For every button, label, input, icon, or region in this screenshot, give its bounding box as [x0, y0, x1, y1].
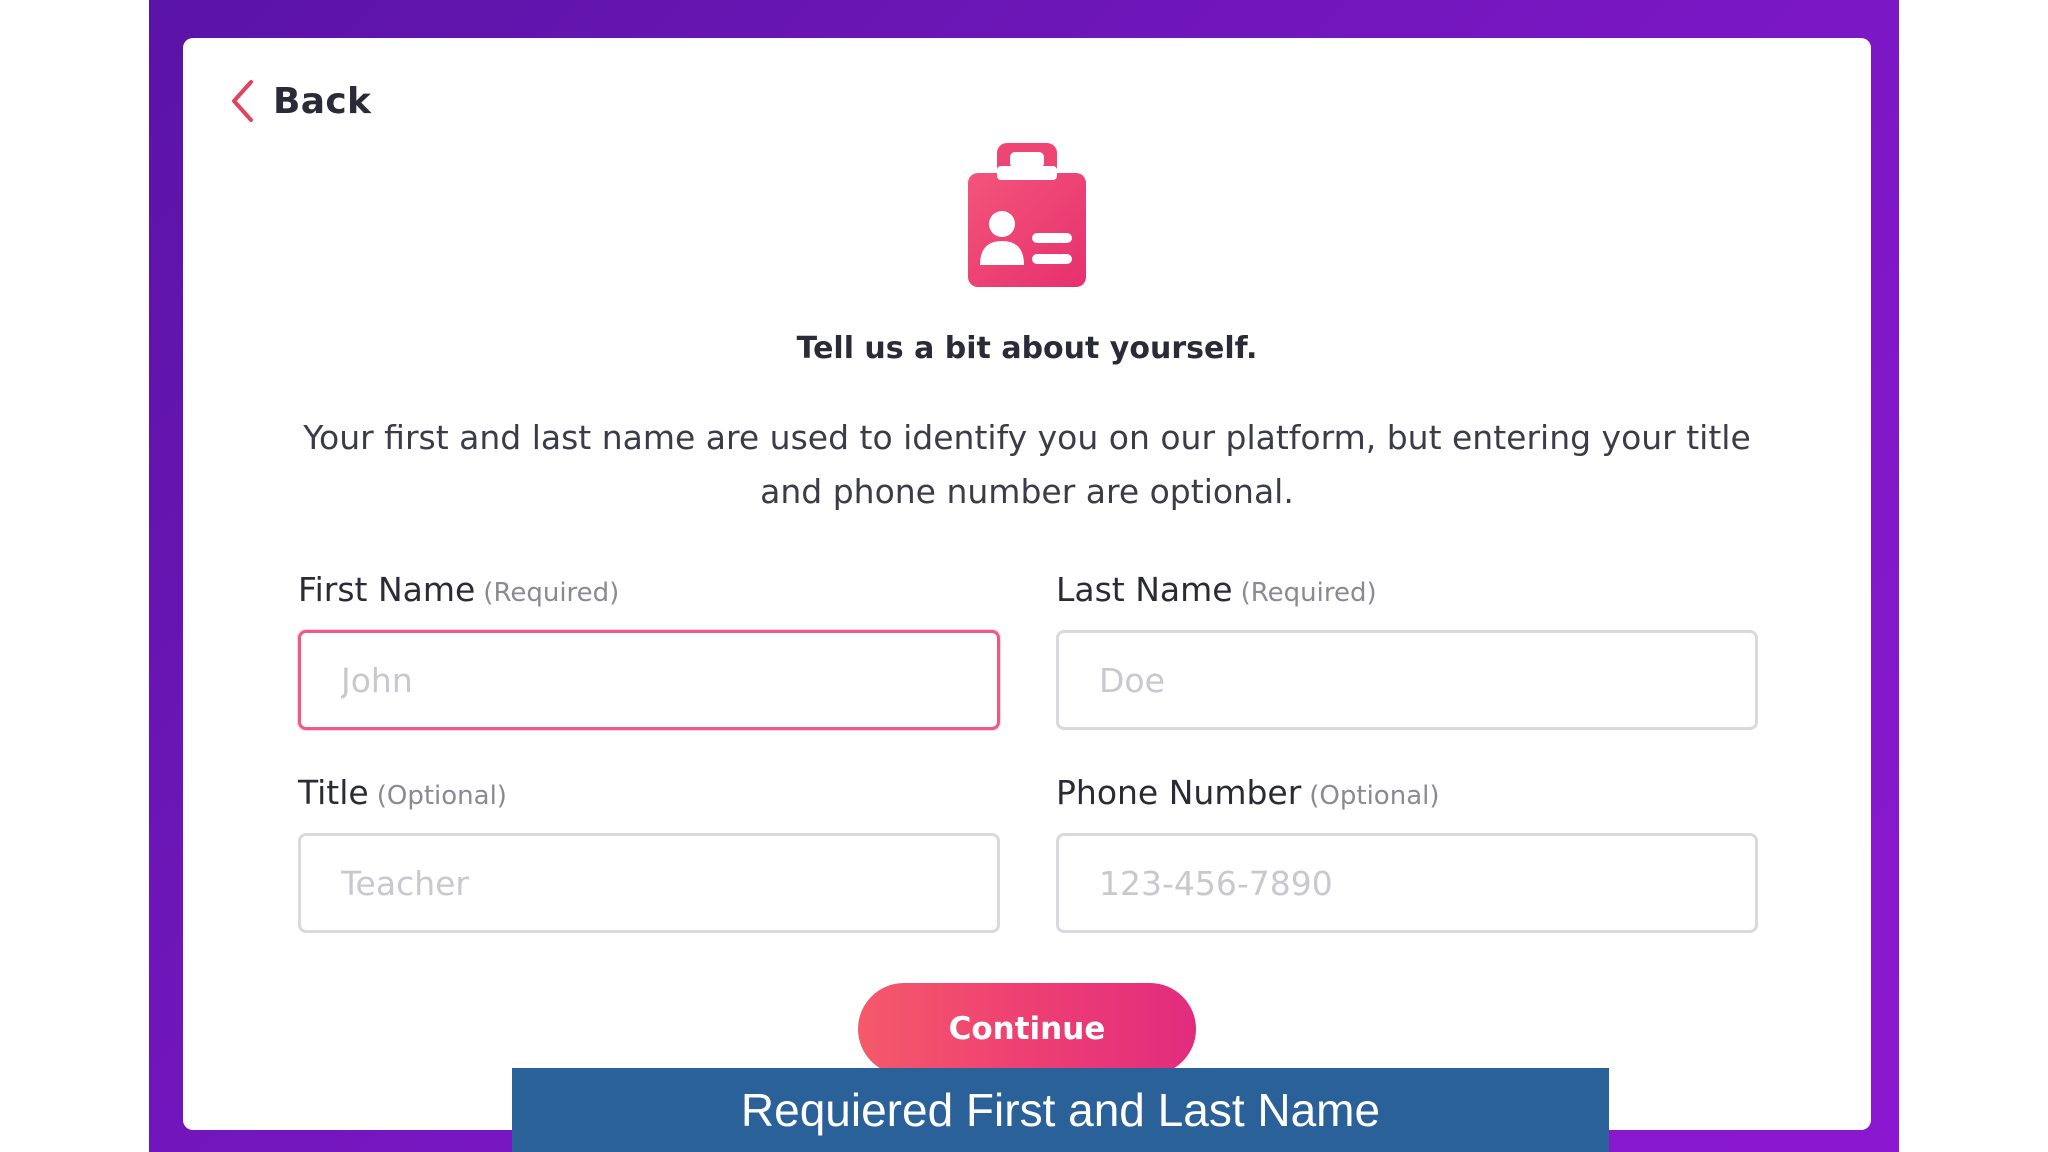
title-label-text: Title: [298, 773, 369, 812]
caption-banner: Requiered First and Last Name: [512, 1068, 1609, 1152]
chevron-left-icon: [232, 80, 253, 122]
back-button[interactable]: Back: [229, 78, 371, 124]
title-input[interactable]: [298, 833, 1000, 933]
last-name-input[interactable]: [1056, 630, 1758, 730]
first-name-label: First Name (Required): [298, 568, 1000, 612]
first-name-input[interactable]: [298, 630, 1000, 730]
title-optional-note: (Optional): [376, 781, 507, 811]
last-name-label: Last Name (Required): [1056, 568, 1758, 612]
id-badge-icon: [968, 143, 1086, 287]
last-name-field: Last Name (Required): [1056, 568, 1758, 730]
first-name-required-note: (Required): [483, 578, 620, 608]
phone-number-field: Phone Number (Optional): [1056, 771, 1758, 933]
first-name-label-text: First Name: [298, 570, 476, 609]
title-label: Title (Optional): [298, 771, 1000, 815]
phone-number-label-text: Phone Number: [1056, 773, 1302, 812]
onboarding-card: Back Tell us a bit about yourself. Your …: [183, 38, 1871, 1130]
first-name-field: First Name (Required): [298, 568, 1000, 730]
phone-number-optional-note: (Optional): [1309, 781, 1440, 811]
last-name-label-text: Last Name: [1056, 570, 1233, 609]
title-field: Title (Optional): [298, 771, 1000, 933]
phone-number-label: Phone Number (Optional): [1056, 771, 1758, 815]
page-title: Tell us a bit about yourself.: [796, 331, 1258, 366]
continue-button[interactable]: Continue: [858, 983, 1196, 1075]
back-label: Back: [273, 80, 372, 122]
page-description: Your first and last name are used to ide…: [303, 418, 1751, 511]
phone-number-input[interactable]: [1056, 833, 1758, 933]
last-name-required-note: (Required): [1240, 578, 1377, 608]
